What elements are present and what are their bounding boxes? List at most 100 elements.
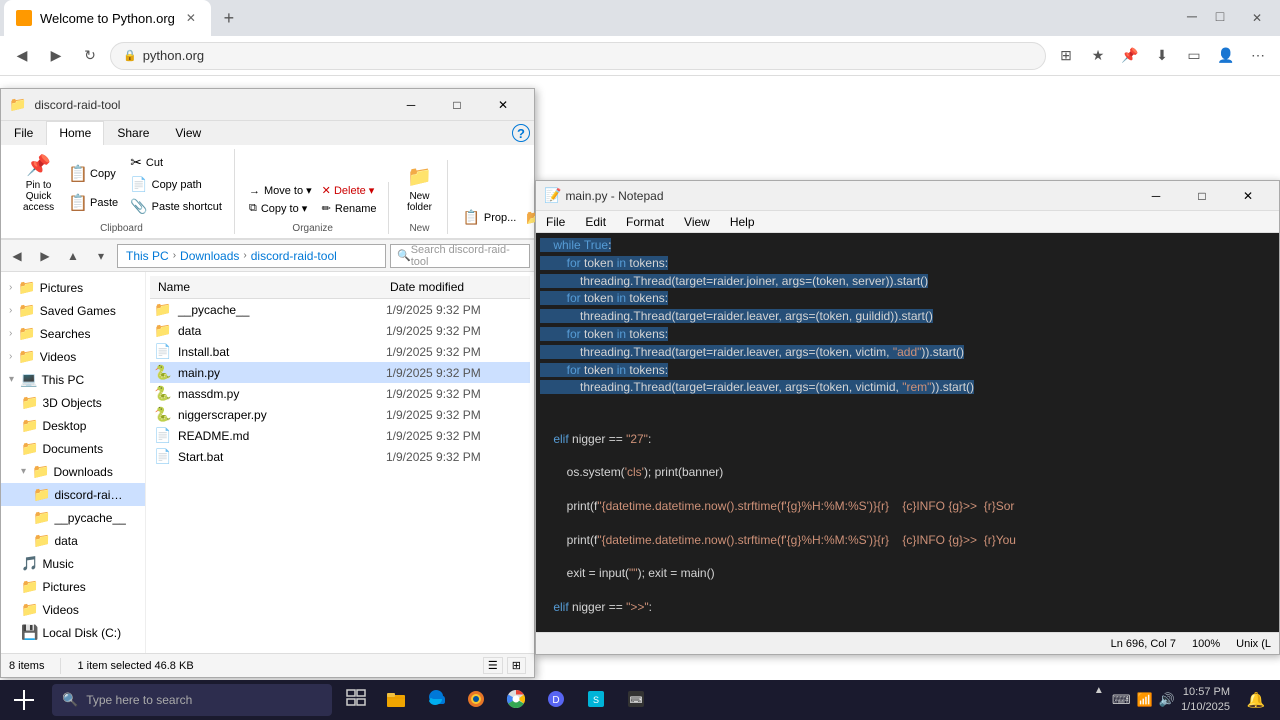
system-clock[interactable]: 10:57 PM 1/10/2025 <box>1181 685 1234 716</box>
volume-tray-icon[interactable]: 🔊 <box>1159 692 1175 708</box>
copy-path-button[interactable]: 📄 Copy path <box>126 174 226 195</box>
notepad-close-button[interactable]: ✕ <box>1225 180 1271 212</box>
recent-locations-button[interactable]: ▾ <box>89 244 113 268</box>
taskbar-item-app5[interactable]: D <box>536 680 576 720</box>
file-row-data[interactable]: 📁 data 1/9/2025 9:32 PM <box>150 320 530 341</box>
sidebar-item-3dobjects[interactable]: 📁 3D Objects <box>1 391 145 414</box>
sidebar-item-data[interactable]: 📁 data <box>1 529 145 552</box>
sidebar-item-localc[interactable]: 💾 Local Disk (C:) <box>1 621 145 644</box>
sidebar-item-discord-raid-tool[interactable]: 📁 discord-raid-... <box>1 483 145 506</box>
menu-edit[interactable]: Edit <box>575 211 616 232</box>
notepad-maximize-button[interactable]: □ <box>1179 180 1225 212</box>
paste-button[interactable]: 📋 Paste <box>62 189 124 217</box>
sidebar-button[interactable]: ▭ <box>1180 42 1208 70</box>
taskbar-item-firefox[interactable] <box>456 680 496 720</box>
browser-tab[interactable]: Welcome to Python.org ✕ <box>4 0 211 36</box>
paste-shortcut-button[interactable]: 📎 Paste shortcut <box>126 196 226 217</box>
explorer-address-bar[interactable]: This PC › Downloads › discord-raid-tool <box>117 244 386 268</box>
back-button[interactable]: ◀ <box>8 42 36 70</box>
browser-maximize-button[interactable]: □ <box>1206 2 1234 30</box>
file-row-mainpy[interactable]: 🐍 main.py 1/9/2025 9:32 PM <box>150 362 530 383</box>
ribbon-tab-file[interactable]: File <box>1 121 46 145</box>
folder-icon: 📁 <box>33 486 50 503</box>
browser-minimize-button[interactable]: ─ <box>1178 2 1206 30</box>
explorer-back-button[interactable]: ◀ <box>5 244 29 268</box>
menu-help[interactable]: Help <box>720 211 765 232</box>
taskbar-item-app6[interactable]: S <box>576 680 616 720</box>
notification-button[interactable]: 🔔 <box>1240 680 1272 720</box>
browser-close-button[interactable]: ✕ <box>1234 2 1280 34</box>
taskbar-item-edge[interactable] <box>416 680 456 720</box>
start-button[interactable] <box>0 680 48 720</box>
collections-button[interactable]: 📌 <box>1116 42 1144 70</box>
delete-button[interactable]: ✕ Delete ▾ <box>318 182 381 199</box>
explorer-search[interactable]: 🔍 Search discord-raid-tool <box>390 244 530 268</box>
details-view-button[interactable]: ☰ <box>483 657 503 674</box>
file-row-massdm[interactable]: 🐍 massdm.py 1/9/2025 9:32 PM <box>150 383 530 404</box>
sidebar-item-music[interactable]: 🎵 Music <box>1 552 145 575</box>
sidebar-item-documents[interactable]: 📁 Documents <box>1 437 145 460</box>
discord-raid-tool-link[interactable]: discord-raid-tool <box>251 249 337 263</box>
file-row-niggerscraper[interactable]: 🐍 niggerscraper.py 1/9/2025 9:32 PM <box>150 404 530 425</box>
forward-button[interactable]: ▶ <box>42 42 70 70</box>
downloads-button[interactable]: ⬇ <box>1148 42 1176 70</box>
notepad-minimize-button[interactable]: ─ <box>1133 180 1179 212</box>
cut-button[interactable]: ✂ Cut <box>126 152 226 173</box>
rename-button[interactable]: ✏ Rename <box>318 200 381 217</box>
tray-show-button[interactable]: ▲ <box>1094 680 1106 720</box>
copy-to-button[interactable]: ⧉ Copy to ▾ <box>245 200 316 217</box>
sidebar-item-pycache[interactable]: 📁 __pycache__ <box>1 506 145 529</box>
sidebar-item-thispc[interactable]: ▾ 💻 This PC <box>1 368 145 391</box>
taskbar-item-chrome[interactable] <box>496 680 536 720</box>
file-row-readme[interactable]: 📄 README.md 1/9/2025 9:32 PM <box>150 425 530 446</box>
properties-button[interactable]: 📋 Prop... <box>458 207 520 228</box>
keyboard-tray-icon[interactable]: ⌨ <box>1112 692 1131 708</box>
explorer-close-button[interactable]: ✕ <box>480 89 526 121</box>
file-row-startbat[interactable]: 📄 Start.bat 1/9/2025 9:32 PM <box>150 446 530 467</box>
tiles-view-button[interactable]: ⊞ <box>507 657 526 674</box>
refresh-button[interactable]: ↻ <box>76 42 104 70</box>
extensions-button[interactable]: ⊞ <box>1052 42 1080 70</box>
pin-to-quick-access-button[interactable]: 📌 Pin to Quickaccess <box>17 149 60 217</box>
sidebar-item-videos2[interactable]: 📁 Videos <box>1 598 145 621</box>
explorer-minimize-button[interactable]: ─ <box>388 89 434 121</box>
new-tab-button[interactable]: + <box>215 4 243 32</box>
menu-file[interactable]: File <box>536 211 575 232</box>
file-row-pycache[interactable]: 📁 __pycache__ 1/9/2025 9:32 PM <box>150 299 530 320</box>
ribbon-tab-view[interactable]: View <box>162 121 214 145</box>
date-column-header[interactable]: Date modified <box>386 278 526 296</box>
taskbar-item-app7[interactable]: ⌨ <box>616 680 656 720</box>
explorer-maximize-button[interactable]: □ <box>434 89 480 121</box>
ribbon-help-button[interactable]: ? <box>512 124 530 142</box>
tab-close-button[interactable]: ✕ <box>183 10 199 26</box>
ribbon-tab-home[interactable]: Home <box>46 121 104 145</box>
sidebar-item-pictures2[interactable]: 📁 Pictures <box>1 575 145 598</box>
taskbar-search[interactable]: 🔍 Type here to search <box>52 684 332 716</box>
menu-button[interactable]: ⋯ <box>1244 42 1272 70</box>
ribbon-tab-share[interactable]: Share <box>104 121 162 145</box>
menu-view[interactable]: View <box>674 211 720 232</box>
address-bar[interactable]: 🔒 python.org <box>110 42 1046 70</box>
file-row-installbat[interactable]: 📄 Install.bat 1/9/2025 9:32 PM <box>150 341 530 362</box>
sidebar-item-videos[interactable]: › 📁 Videos <box>1 345 145 368</box>
code-area[interactable]: while True: for token in tokens: threadi… <box>536 233 1279 632</box>
name-column-header[interactable]: Name <box>154 278 386 296</box>
sidebar-item-downloads[interactable]: ▾ 📁 Downloads <box>1 460 145 483</box>
profile-button[interactable]: 👤 <box>1212 42 1240 70</box>
move-to-button[interactable]: → Move to ▾ <box>245 182 316 199</box>
explorer-forward-button[interactable]: ▶ <box>33 244 57 268</box>
downloads-link[interactable]: Downloads <box>180 249 239 263</box>
sidebar-item-savedgames[interactable]: › 📁 Saved Games <box>1 299 145 322</box>
menu-format[interactable]: Format <box>616 211 674 232</box>
network-tray-icon[interactable]: 📶 <box>1137 692 1153 708</box>
taskbar-item-taskview[interactable] <box>336 680 376 720</box>
new-folder-button[interactable]: 📁 Newfolder <box>399 160 439 217</box>
copy-button[interactable]: 📋 Copy <box>62 160 124 188</box>
sidebar-item-searches[interactable]: › 📁 Searches <box>1 322 145 345</box>
sidebar-item-pictures[interactable]: › 📁 Pictures <box>1 276 145 299</box>
explorer-up-button[interactable]: ▲ <box>61 244 85 268</box>
taskbar-item-explorer[interactable] <box>376 680 416 720</box>
this-pc-link[interactable]: This PC <box>126 249 169 263</box>
favorites-button[interactable]: ★ <box>1084 42 1112 70</box>
sidebar-item-desktop[interactable]: 📁 Desktop <box>1 414 145 437</box>
